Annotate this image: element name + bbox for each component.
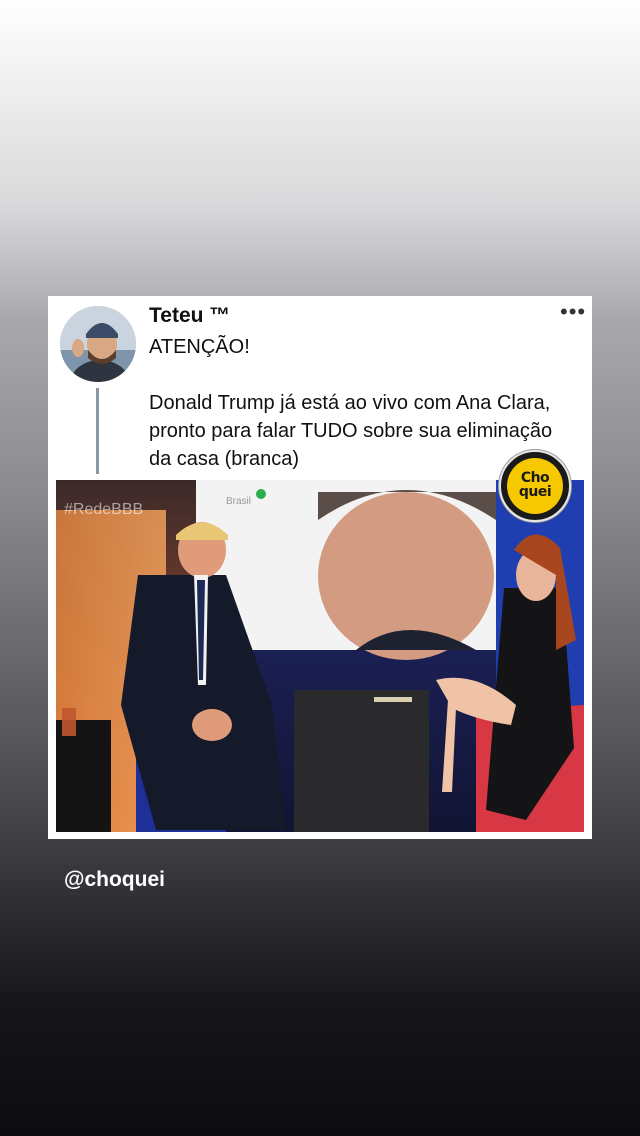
more-options-icon[interactable]: ••• [560,301,585,328]
rede-bbb-logo-text: #RedeBBB [64,501,143,518]
choquei-logo-text: Cho quei [518,470,552,500]
choquei-logo: Cho quei [507,458,563,514]
avatar-image [60,306,136,382]
choquei-badge: Cho quei [499,450,571,522]
tweet-media-image[interactable]: #RedeBBB Brasil [56,480,584,832]
story-mention[interactable]: @choquei [64,868,165,892]
thread-line [96,388,99,474]
author-name[interactable]: Teteu ™ [149,304,230,328]
media-photo: #RedeBBB Brasil [56,480,584,832]
globo-logo-icon [256,489,266,499]
globo-brasil-logo-text: Brasil [226,496,251,507]
tweet-text: ATENÇÃO! Donald Trump já está ao vivo co… [149,336,553,470]
avatar[interactable] [60,306,136,382]
tweet-card: Teteu ™ ••• ATENÇÃO! Donald Trump já est… [48,296,592,839]
